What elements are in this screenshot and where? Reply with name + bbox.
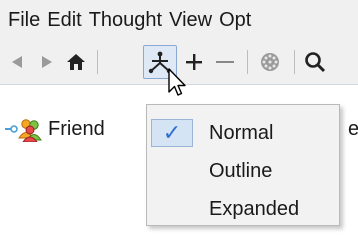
toolbar-separator <box>294 50 295 74</box>
toolbar-separator <box>247 50 248 74</box>
menu-bar: File Edit Thought View Opt <box>0 0 358 40</box>
tree-node-label-partial: el <box>348 118 358 140</box>
back-arrow-icon[interactable] <box>4 40 30 84</box>
menu-edit[interactable]: Edit <box>47 0 81 40</box>
tree-node-label: Friend <box>48 117 105 140</box>
menu-item-expanded[interactable]: Expanded <box>147 191 339 227</box>
menu-thought[interactable]: Thought <box>89 0 162 40</box>
menu-item-normal[interactable]: ✓ Normal <box>147 115 339 151</box>
menu-options[interactable]: Opt <box>219 0 251 40</box>
home-icon[interactable] <box>62 40 90 84</box>
menu-view[interactable]: View <box>169 0 212 40</box>
menu-item-label: Outline <box>209 160 273 182</box>
toolbar-separator <box>97 50 98 74</box>
mouse-cursor-icon <box>168 68 186 96</box>
layout-dropdown-menu: ✓ Normal Outline Expanded <box>146 104 340 226</box>
menu-item-label: Expanded <box>209 198 300 220</box>
checkmark-icon: ✓ <box>151 119 193 147</box>
minus-icon[interactable] <box>210 40 240 84</box>
menu-item-outline[interactable]: Outline <box>147 153 339 189</box>
forward-arrow-icon[interactable] <box>34 40 60 84</box>
globe-icon[interactable] <box>254 40 286 84</box>
tree-node-friends[interactable]: Friend <box>4 115 105 143</box>
search-icon[interactable] <box>300 40 330 84</box>
menu-item-label: Normal <box>209 122 274 144</box>
menu-file[interactable]: File <box>8 0 40 40</box>
people-icon <box>5 119 42 142</box>
